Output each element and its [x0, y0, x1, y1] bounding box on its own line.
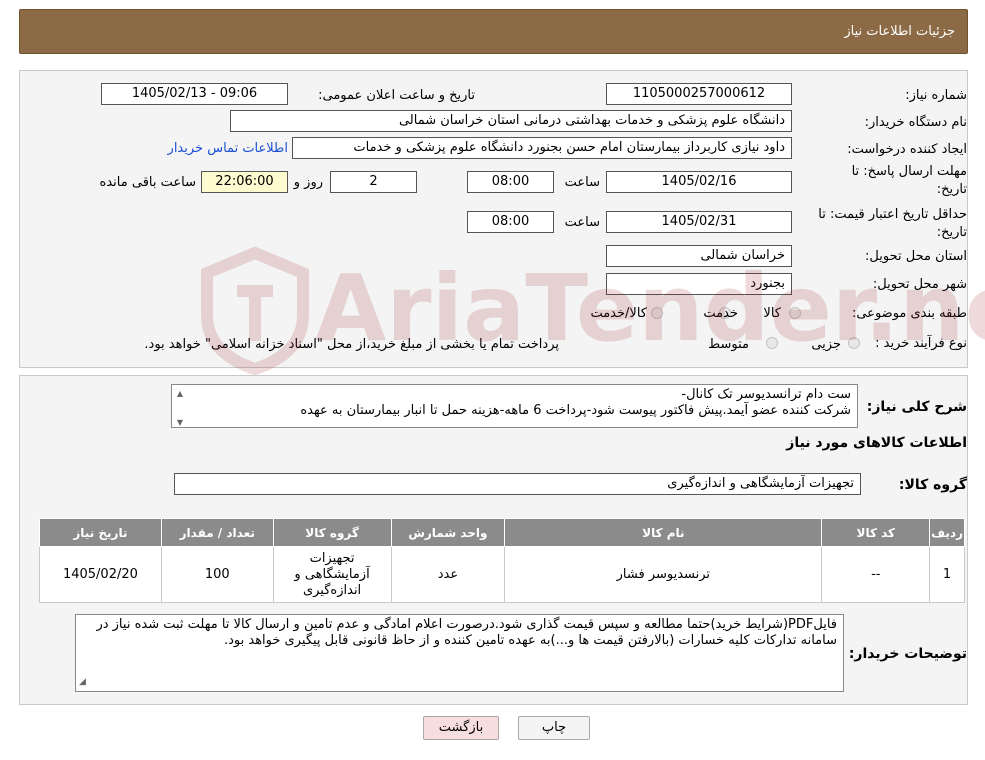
process-medium-label: متوسط — [708, 337, 749, 352]
send-time-field: 08:00 — [467, 171, 554, 193]
buyer-notes-textarea[interactable]: فایلPDF(شرایط خرید)حتما مطالعه و سپس قیم… — [75, 614, 844, 692]
need-summary-label: شرح کلی نیاز: — [866, 399, 967, 415]
validity-time-label: ساعت — [564, 215, 600, 230]
remaining-time-field: 22:06:00 — [201, 171, 288, 193]
col-name: نام کالا — [504, 518, 823, 547]
category-label: طبقه بندی موضوعی: — [851, 306, 967, 321]
buyer-contact-link[interactable]: اطلاعات تماس خریدار — [168, 141, 288, 156]
city-label: شهر محل تحویل: — [872, 277, 967, 292]
col-date: تاریخ نیاز — [39, 518, 162, 547]
send-time-label: ساعت — [564, 175, 600, 190]
goods-table: ردیف کد کالا نام کالا واحد شمارش گروه کا… — [39, 518, 965, 603]
days-label: روز و — [293, 175, 323, 190]
cell-qty: 100 — [160, 546, 274, 603]
col-group: گروه کالا — [272, 518, 392, 547]
scroll-up-icon[interactable]: ▲ — [174, 386, 186, 402]
process-small-radio[interactable] — [848, 337, 860, 349]
process-medium-radio[interactable] — [766, 337, 778, 349]
remaining-days-field: 2 — [330, 171, 417, 193]
validity-date-field: 1405/02/31 — [606, 211, 792, 233]
process-note: پرداخت تمام یا بخشی از مبلغ خرید،از محل … — [144, 337, 559, 352]
validity-time-field: 08:00 — [467, 211, 554, 233]
city-field: بجنورد — [606, 273, 792, 295]
col-qty: تعداد / مقدار — [160, 518, 274, 547]
price-validity-label-2: تاریخ: — [936, 225, 967, 240]
buyer-org-field: دانشگاه علوم پزشکی و خدمات بهداشتی درمان… — [230, 110, 792, 132]
price-validity-label: حداقل تاریخ اعتبار قیمت: تا — [818, 207, 967, 222]
cell-group: تجهیزات آزمایشگاهی و اندازه‌گیری — [272, 546, 392, 603]
cell-row: 1 — [929, 546, 965, 603]
col-row: ردیف — [929, 518, 965, 547]
process-type-label: نوع فرآیند خرید : — [875, 336, 967, 351]
send-deadline-label-2: تاریخ: — [936, 182, 967, 197]
back-button[interactable]: بازگشت — [423, 716, 499, 740]
category-goods-service-label: کالا/خدمت — [590, 306, 647, 321]
col-code: کد کالا — [821, 518, 931, 547]
process-small-label: جزیی — [811, 337, 841, 352]
goods-section-title: اطلاعات کالاهای مورد نیاز — [786, 435, 967, 451]
province-field: خراسان شمالی — [606, 245, 792, 267]
province-label: استان محل تحویل: — [865, 249, 967, 264]
goods-group-label: گروه کالا: — [898, 477, 967, 493]
page-header: جزئیات اطلاعات نیاز — [19, 9, 968, 54]
creator-field: داود نیازی کاربرداز بیمارستان امام حسن ب… — [292, 137, 792, 159]
resize-grip-icon[interactable]: ◢ — [79, 674, 86, 690]
need-number-field: 1105000257000612 — [606, 83, 792, 105]
print-button[interactable]: چاپ — [518, 716, 590, 740]
need-summary-textarea[interactable]: ست دام ترانسدیوسر تک کانال- شرکت کننده ع… — [171, 384, 858, 428]
buyer-notes-label: توضیحات خریدار: — [848, 646, 967, 662]
goods-table-header: ردیف کد کالا نام کالا واحد شمارش گروه کا… — [39, 518, 965, 547]
goods-group-field: تجهیزات آزمایشگاهی و اندازه‌گیری — [174, 473, 861, 495]
category-goods-radio[interactable] — [789, 307, 801, 319]
announce-date-label: تاریخ و ساعت اعلان عمومی: — [318, 88, 475, 103]
scroll-down-icon[interactable]: ▼ — [174, 415, 186, 427]
send-date-field: 1405/02/16 — [606, 171, 792, 193]
remaining-time-label: ساعت باقی مانده — [99, 175, 196, 190]
table-row: 1 -- ترنسدیوسر فشار عدد تجهیزات آزمایشگا… — [39, 546, 965, 603]
category-goods-service-radio[interactable] — [651, 307, 663, 319]
page-title: جزئیات اطلاعات نیاز — [844, 24, 955, 39]
col-unit: واحد شمارش — [390, 518, 506, 547]
cell-date: 1405/02/20 — [39, 546, 162, 603]
need-summary-line-1: ست دام ترانسدیوسر تک کانال- — [681, 387, 851, 402]
need-summary-line-2: شرکت کننده عضو آیمد.پیش فاکتور پیوست شود… — [300, 403, 851, 418]
category-service-label: خدمت — [703, 306, 738, 321]
buyer-org-label: نام دستگاه خریدار: — [864, 115, 967, 130]
cell-code: -- — [821, 546, 931, 603]
send-deadline-label: مهلت ارسال پاسخ: تا — [851, 164, 967, 179]
need-number-label: شماره نیاز: — [905, 88, 967, 103]
buyer-notes-text: فایلPDF(شرایط خرید)حتما مطالعه و سپس قیم… — [96, 617, 837, 648]
announce-date-field: 1405/02/13 - 09:06 — [101, 83, 288, 105]
category-goods-label: کالا — [763, 306, 781, 321]
cell-name: ترنسدیوسر فشار — [504, 546, 823, 603]
cell-unit: عدد — [390, 546, 506, 603]
creator-label: ایجاد کننده درخواست: — [847, 142, 967, 157]
